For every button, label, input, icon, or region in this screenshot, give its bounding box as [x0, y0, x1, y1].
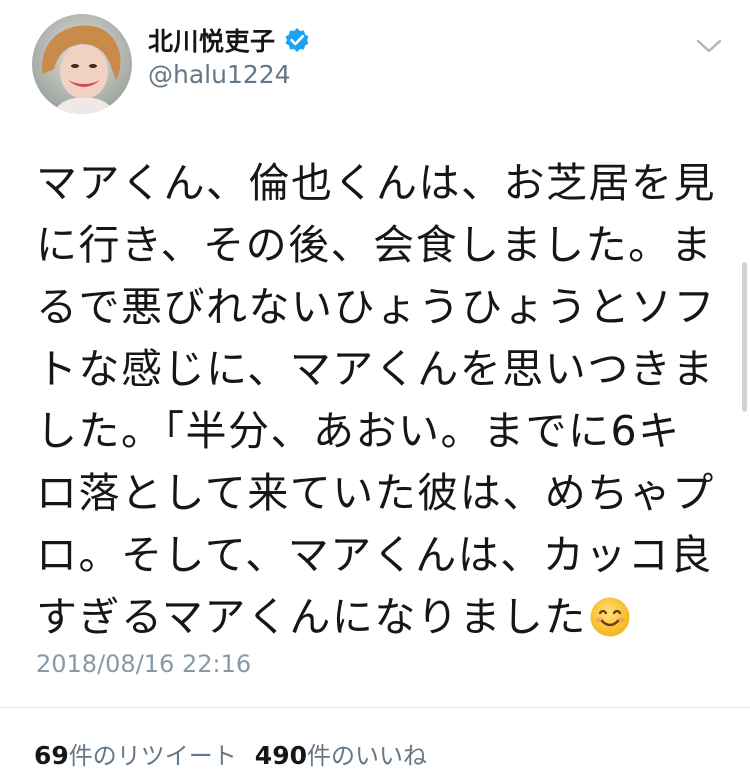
tweet-header: 北川悦吏子 @halu1224 [0, 0, 750, 130]
retweet-label: 件のリツイート [68, 742, 237, 770]
smiling-face-icon [590, 597, 630, 637]
retweet-stat[interactable]: 69 件のリツイート [34, 736, 237, 771]
tweet-line-last: すぎるマアくんになりました [36, 586, 716, 648]
tweet-stats: 69 件のリツイート 490 件のいいね [34, 736, 445, 771]
tweet-line: マアくん、倫也くんは、お芝居を見 [36, 159, 716, 207]
like-stat[interactable]: 490 件のいいね [255, 736, 427, 771]
avatar-photo [32, 14, 132, 114]
tweet-line: るで悪びれないひょうひょうとソフ [36, 283, 716, 331]
like-label: 件のいいね [306, 742, 427, 770]
name-row: 北川悦吏子 [148, 22, 310, 58]
tweet-timestamp[interactable]: 2018/08/16 22:16 [36, 650, 251, 678]
tweet-line: に行き、その後、会食しました。ま [36, 221, 714, 269]
tweet-line-text: すぎるマアくんになりました [36, 593, 587, 641]
scrollbar[interactable] [742, 262, 747, 412]
tweet-line: ロ。そして、マアくんは、カッコ良 [36, 531, 713, 579]
tweet-line: トな感じに、マアくんを思いつきま [36, 345, 715, 393]
tweet-line: ロ落として来ていた彼は、めちゃプ [36, 469, 715, 517]
like-count: 490 [254, 741, 307, 770]
avatar[interactable] [32, 14, 132, 114]
retweet-count: 69 [34, 741, 69, 770]
tweet-text: マアくん、倫也くんは、お芝居を見 に行き、その後、会食しました。ま るで悪びれないひ… [36, 152, 716, 648]
user-handle[interactable]: @halu1224 [148, 60, 291, 89]
verified-badge-icon [285, 28, 309, 52]
chevron-down-icon[interactable] [694, 36, 724, 56]
tweet-line: した。「半分、あおい。までに6キ [36, 407, 681, 455]
divider [0, 707, 750, 708]
display-name[interactable]: 北川悦吏子 [148, 22, 276, 58]
